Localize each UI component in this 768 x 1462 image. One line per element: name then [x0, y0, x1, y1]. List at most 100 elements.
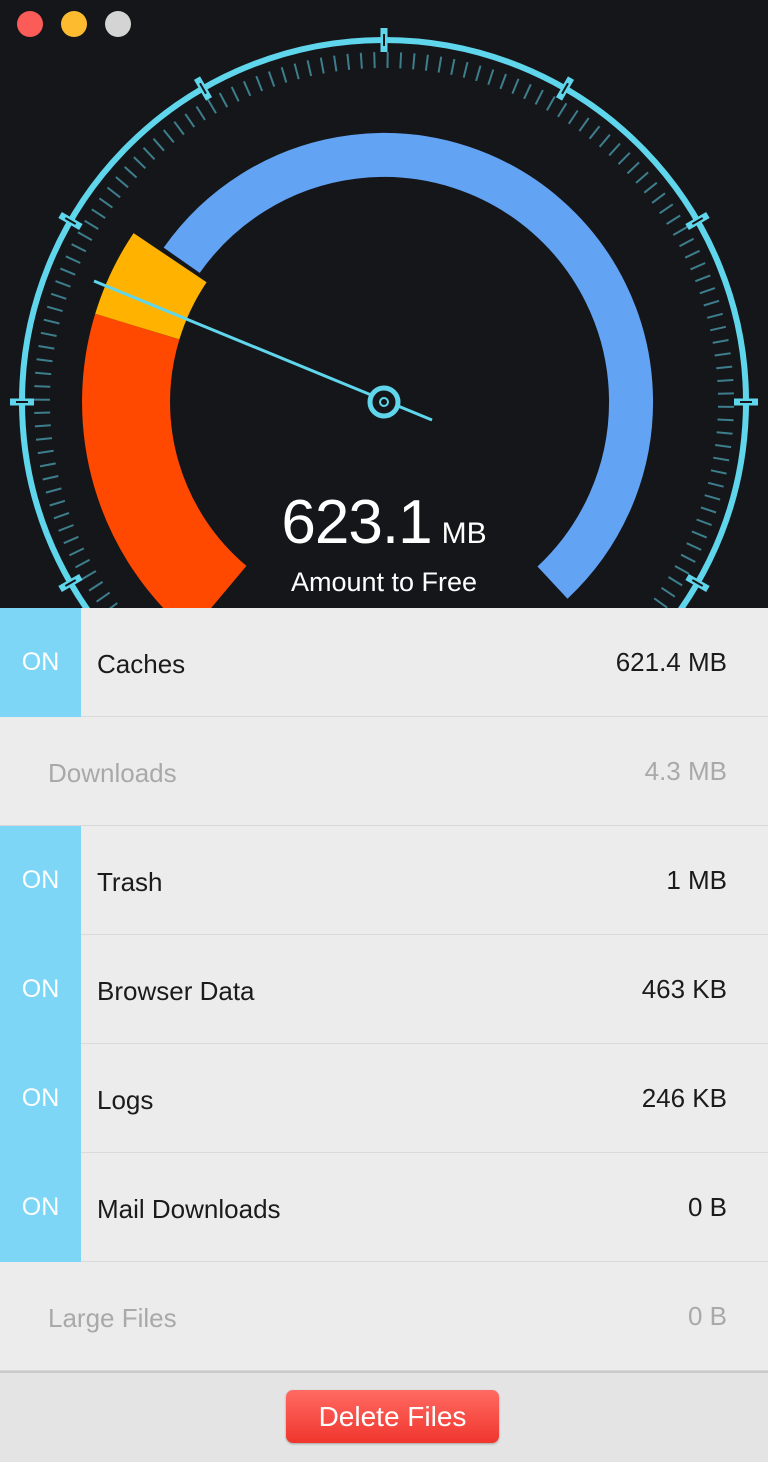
amount-caption: Amount to Free: [290, 567, 478, 597]
gauge-tick: [373, 52, 376, 69]
gauge-tick: [333, 55, 338, 72]
list-item-trash[interactable]: ON Trash 1 MB: [0, 826, 768, 935]
window-minimize-button[interactable]: [61, 11, 87, 37]
gauge-tick: [133, 156, 147, 170]
gauge-tick: [450, 58, 456, 75]
gauge-tick: [462, 61, 469, 78]
gauge-warning-arc: [95, 233, 208, 341]
toggle-caches[interactable]: ON: [0, 608, 81, 717]
gauge-tick: [716, 431, 733, 435]
gauge-tick: [267, 71, 276, 87]
gauge-tick: [115, 176, 129, 189]
gauge-tick: [709, 325, 727, 332]
gauge-tick: [523, 83, 532, 100]
gauge-tick: [55, 280, 71, 288]
gauge-tick: [35, 437, 53, 441]
gauge-tick: [567, 109, 579, 125]
window-close-button[interactable]: [17, 11, 43, 37]
toggle-browser-data[interactable]: ON: [0, 935, 81, 1044]
gauge-tick: [710, 469, 727, 475]
amount-unit: MB: [441, 517, 487, 550]
toggle-logs[interactable]: ON: [0, 1044, 81, 1153]
list-item-large-files[interactable]: Large Files 0 B: [0, 1262, 768, 1371]
gauge-tick: [499, 73, 507, 90]
gauge-tick: [142, 147, 156, 160]
gauge-tick: [714, 352, 731, 357]
gauge-tick: [39, 462, 56, 468]
gauge-tick: [690, 262, 706, 271]
item-label: Trash: [97, 867, 163, 897]
gauge-tick: [699, 287, 716, 295]
gauge-tick: [412, 53, 416, 70]
item-size: 0 B: [687, 1192, 727, 1222]
gauge-tick: [218, 92, 229, 108]
gauge-tick: [230, 86, 240, 102]
gauge-tick: [162, 129, 175, 144]
gauge-tick: [91, 208, 106, 219]
toggle-trash[interactable]: ON: [0, 826, 81, 935]
gauge-tick: [34, 411, 51, 414]
gauge-tick: [359, 52, 363, 69]
gauge-tick: [195, 105, 206, 121]
gauge-tick: [293, 63, 300, 80]
gauge-tick: [578, 117, 590, 132]
item-size: 621.4 MB: [615, 647, 727, 677]
gauge-tick: [346, 53, 351, 70]
gauge-tick: [424, 54, 429, 71]
gauge-tick: [306, 60, 313, 77]
gauge-tick: [635, 171, 649, 184]
toggle-mail-downloads[interactable]: ON: [0, 1153, 81, 1262]
gauge-tick: [712, 339, 729, 344]
amount-readout: 623.1 MB Amount to Free: [0, 488, 768, 597]
list-item-logs[interactable]: ON Logs 246 KB: [0, 1044, 768, 1153]
gauge-tick: [43, 318, 60, 325]
gauge-panel: 623.1 MB Amount to Free: [0, 0, 768, 608]
gauge-tick: [716, 365, 733, 370]
item-label: Logs: [97, 1085, 154, 1115]
gauge-tick: [617, 152, 631, 165]
gauge-tick: [60, 267, 76, 276]
gauge-tick: [42, 475, 59, 481]
gauge-tick: [50, 292, 67, 300]
gauge-tick: [706, 312, 723, 319]
app-window: 623.1 MB Amount to Free ON Caches 621.4 M…: [0, 0, 768, 1462]
gauge-tick: [653, 597, 668, 608]
item-label: Downloads: [48, 758, 177, 788]
window-zoom-button[interactable]: [105, 11, 131, 37]
item-size: 0 B: [687, 1301, 727, 1331]
gauge-tick: [695, 274, 711, 283]
gauge-tick: [84, 219, 99, 230]
gauge-tick: [717, 418, 734, 422]
delete-files-button[interactable]: Delete Files: [286, 1390, 499, 1443]
footer-bar: Delete Files: [0, 1371, 768, 1462]
gauge-hub-dot: [379, 397, 389, 407]
gauge-tick: [684, 249, 701, 259]
list-item-mail-downloads[interactable]: ON Mail Downloads 0 B: [0, 1153, 768, 1262]
gauge-tick: [36, 358, 53, 363]
item-label: Browser Data: [97, 976, 255, 1006]
gauge-tick: [207, 98, 217, 114]
list-item-caches[interactable]: ON Caches 621.4 MB: [0, 608, 768, 717]
gauge-tick: [173, 121, 185, 136]
gauge-tick: [703, 299, 720, 307]
gauge-tick: [40, 331, 57, 337]
gauge-tick: [437, 56, 443, 73]
gauge-tick: [242, 80, 252, 97]
list-item-downloads[interactable]: Downloads 4.3 MB: [0, 717, 768, 826]
item-size: 246 KB: [641, 1083, 727, 1113]
gauge-tick: [280, 67, 288, 83]
gauge-tick: [37, 449, 54, 455]
gauge-tick: [184, 113, 196, 128]
gauge-tick: [106, 186, 121, 199]
item-size: 4.3 MB: [644, 756, 727, 786]
gauge-tick: [34, 424, 51, 428]
gauge-tick: [71, 243, 87, 253]
gauge-tick: [717, 379, 734, 382]
item-label: Large Files: [48, 1303, 177, 1333]
gauge-tick: [38, 345, 55, 350]
gauge-tick: [34, 385, 51, 388]
gauge-tick: [707, 481, 724, 488]
gauge-tick: [152, 138, 165, 152]
cleanup-list: ON Caches 621.4 MB Downloads 4.3 MB ON T…: [0, 608, 768, 1371]
list-item-browser-data[interactable]: ON Browser Data 463 KB: [0, 935, 768, 1044]
